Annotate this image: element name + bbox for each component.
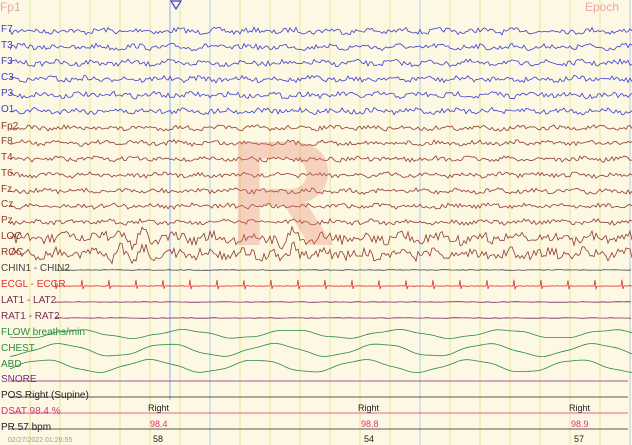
pr-value-1: 58 [153,434,164,444]
channel-label: T4 [1,152,13,163]
channel-label: CHIN1 - CHIN2 [1,263,70,274]
psg-viewer[interactable]: Fp1 Epoch R F7 T3 F3 C3 P3 O1 Fp2 F8 T4 T6 Fz Cz Pz L… [0,0,632,445]
timestamp: 02/27/2022 01:26:55 [8,437,73,444]
channel-label: LOC [1,231,22,242]
channel-trace [9,42,632,52]
channel-trace [54,279,632,291]
time-cursor-marker-icon[interactable] [170,0,182,10]
channel-trace [9,342,632,358]
channel-label: SNORE [1,374,37,385]
channel-label: ECGL - ECGR [1,279,66,290]
channel-trace [54,301,632,303]
channel-label: CHEST [1,343,35,354]
channel-label: ABD [1,359,22,370]
channel-label: O1 [1,104,15,115]
channel-label: F8 [1,136,13,147]
channel-label: Fz [1,184,13,195]
channel-label: ROC [1,247,24,258]
channel-trace [9,58,632,68]
channel-trace [55,269,632,271]
pr-value-3: 57 [574,434,585,444]
sleep-stage-label: R [228,109,337,277]
channel-label: RAT1 - RAT2 [1,311,60,322]
position-value-2: Right [358,403,380,413]
channel-trace [9,74,632,84]
channel-trace [9,358,632,374]
channel-label: Pz [1,215,13,226]
channel-label: PR 57 bpm [1,422,52,433]
sat-value-1: 98.4 [150,419,168,429]
channel-label: FLOW breaths/min [1,327,85,338]
channel-label: T3 [1,40,13,51]
corner-label-left: Fp1 [0,0,21,14]
position-value-3: Right [569,403,591,413]
channel-label: Cz [1,199,14,210]
sat-value-3: 98.9 [571,419,589,429]
channel-label: C3 [1,72,14,83]
channel-label: LAT1 - LAT2 [1,295,57,306]
channel-label: DSAT 98.4 % [1,406,61,417]
pr-value-2: 54 [364,434,375,444]
channel-label: POS Right (Supine) [1,390,89,401]
sat-value-2: 98.8 [361,419,379,429]
channel-label: T6 [1,168,13,179]
channel-label: F7 [1,24,13,35]
epoch-label: Epoch [585,0,620,14]
channel-label: F3 [1,56,13,67]
channel-trace [54,317,632,319]
channel-label: Fp2 [1,121,19,132]
channel-label: P3 [1,88,14,99]
channel-trace [9,26,632,36]
channel-trace [9,90,632,100]
channel-trace [9,328,632,340]
position-value-1: Right [148,403,170,413]
